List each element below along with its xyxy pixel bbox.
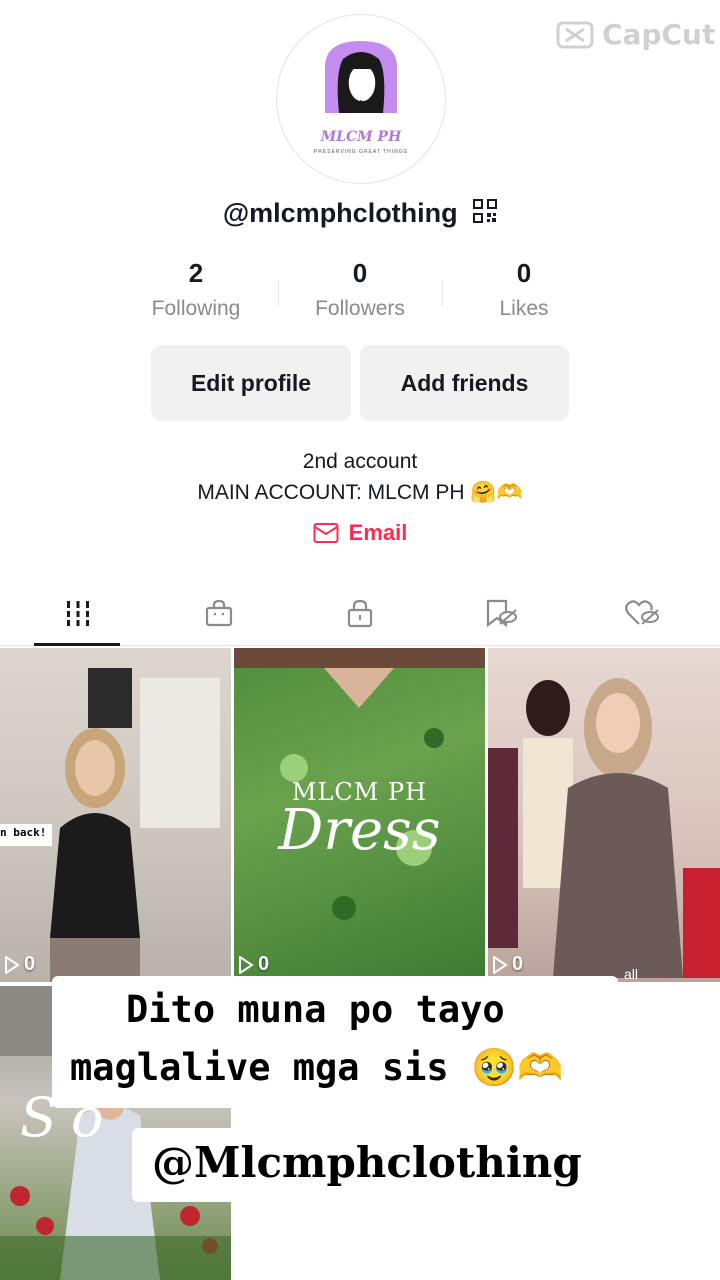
profile-stats: 2 Following 0 Followers 0 Likes [114,258,606,321]
capcut-logo-icon [556,21,594,48]
username-row: @mlcmphclothing [0,198,720,230]
video-2-overlay-big: Dress [278,798,441,863]
grid-icon [67,601,89,626]
caption-line-1: Dito muna po tayo [126,988,505,1031]
bio-line-1: 2nd account [302,450,418,473]
profile-tabs [0,583,720,646]
stat-followers[interactable]: 0 Followers [278,258,442,321]
logo-text: MLCM PH [320,129,402,145]
tab-shop[interactable] [147,583,291,643]
edit-profile-button[interactable]: Edit profile [151,345,351,421]
tab-liked[interactable] [570,583,714,643]
followers-count: 0 [352,258,368,288]
caption-handle: @Mlcmphclothing [152,1138,582,1187]
hidden-bookmark-icon [486,599,517,628]
stat-likes[interactable]: 0 Likes [442,258,606,321]
video-2-view-count: 0 [258,953,270,975]
profile-bio: 2nd account MAIN ACCOUNT: MLCM PH 🤗🫶 [0,446,720,508]
video-3-view-count: 0 [512,953,524,975]
hidden-heart-icon [625,600,659,625]
bio-line-2: MAIN ACCOUNT: MLCM PH 🤗🫶 [197,481,523,504]
caption-line-2: maglalive mga sis 🥹🫶 [70,1046,564,1089]
stat-following[interactable]: 2 Following [114,258,278,321]
video-thumbnail-3[interactable]: all 0 [488,648,720,982]
active-tab-indicator [34,643,120,646]
username: @mlcmphclothing [222,198,458,228]
qr-code-icon[interactable] [473,199,498,230]
profile-avatar[interactable]: MLCM PH PRESERVING GREAT THINGS [276,14,446,184]
lock-icon [347,599,373,628]
envelope-icon [313,523,339,543]
tab-reposts[interactable] [429,583,573,643]
tab-videos[interactable] [6,583,150,643]
play-icon [493,955,508,974]
video-3-overlay-text: all [624,966,639,982]
likes-count: 0 [516,258,532,288]
video-3-scene [488,678,720,978]
caption-box-1: Dito muna po tayo maglalive mga sis 🥹🫶 [52,976,618,1108]
email-label: Email [348,520,408,545]
capcut-watermark: CapCut [556,18,715,51]
followers-label: Followers [315,297,405,320]
brand-logo [325,41,397,113]
video-thumbnail-1[interactable]: n back! 0 [0,648,231,982]
watermark-text: CapCut [602,18,716,51]
video-1-views: 0 [4,953,35,976]
email-link[interactable]: Email [0,520,720,546]
tab-private[interactable] [288,583,432,643]
shopping-bag-icon [205,599,233,627]
video-1-view-count: 0 [24,953,36,975]
logo-tagline: PRESERVING GREAT THINGS [313,149,409,155]
following-count: 2 [188,258,204,288]
add-friends-button[interactable]: Add friends [360,345,569,421]
video-3-views: 0 [492,953,523,976]
play-icon [5,955,20,974]
caption-box-2: @Mlcmphclothing [132,1128,600,1202]
video-2-views: 0 [238,953,269,976]
play-icon [239,955,254,974]
video-1-scene [0,668,220,982]
video-1-overlay-text: n back! [0,826,47,839]
likes-label: Likes [499,297,549,320]
following-label: Following [151,297,241,320]
video-thumbnail-2[interactable]: MLCM PH Dress 0 [234,648,485,982]
